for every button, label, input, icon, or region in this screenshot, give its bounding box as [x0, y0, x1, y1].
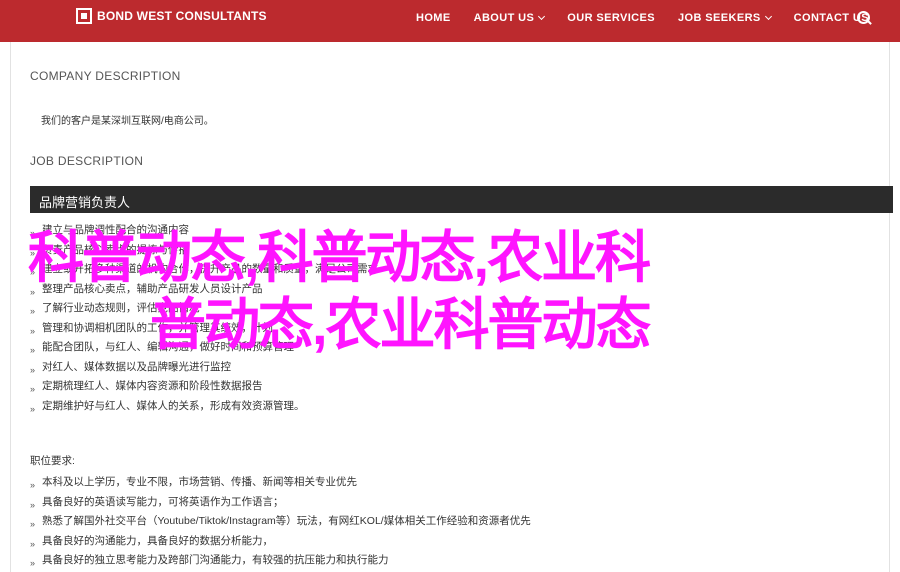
list-item: » 具备良好的独立思考能力及跨部门沟通能力，有较强的抗压能力和执行能力: [30, 553, 531, 572]
chevron-right-icon: »: [30, 519, 36, 529]
brand-name: BOND WEST CONSULTANTS: [97, 9, 267, 23]
list-item: » 了解行业动态规则，评估竞品情况: [30, 301, 378, 321]
nav-home[interactable]: HOME: [416, 12, 451, 24]
chevron-right-icon: »: [30, 538, 36, 549]
brand-logo[interactable]: BOND WEST CONSULTANTS: [76, 8, 267, 24]
chevron-right-icon: »: [30, 499, 36, 510]
chevron-right-icon: »: [30, 325, 36, 336]
chevron-right-icon: »: [30, 267, 36, 277]
chevron-right-icon: »: [30, 480, 36, 490]
chevron-right-icon: »: [30, 345, 36, 355]
nav-about-us[interactable]: ABOUT US: [474, 12, 546, 24]
list-item: » 对红人、媒体数据以及品牌曝光进行监控: [30, 360, 378, 380]
list-item: » 定期梳理红人、媒体内容资源和阶段性数据报告: [30, 379, 378, 399]
chevron-right-icon: »: [30, 286, 36, 297]
chevron-right-icon: »: [30, 384, 36, 394]
job-description-heading: JOB DESCRIPTION: [30, 154, 144, 168]
list-item: » 建立或开拓多种渠道的机构合作，提升产品的数量和质量，满足公司需求: [30, 262, 378, 282]
requirements-label: 职位要求:: [30, 455, 75, 467]
nav-our-services[interactable]: OUR SERVICES: [567, 12, 655, 24]
list-item: » 具备良好的英语读写能力，可将英语作为工作语言；: [30, 495, 531, 515]
chevron-down-icon: [764, 12, 772, 21]
chevron-right-icon: »: [30, 247, 36, 258]
duties-list: » 建立与品牌调性配合的沟通内容 » 负责产品核心卖点的提炼与传播 » 建立或开拓多种…: [30, 223, 378, 418]
job-title-bar: 品牌营销负责人: [30, 186, 893, 213]
main-nav: HOME ABOUT US OUR SERVICES JOB SEEKERS C…: [416, 0, 892, 36]
job-title: 品牌营销负责人: [39, 195, 131, 210]
top-navbar: BOND WEST CONSULTANTS HOME ABOUT US OUR …: [0, 0, 900, 42]
list-item: » 本科及以上学历，专业不限，市场营销、传播、新闻等相关专业优先: [30, 475, 531, 495]
chevron-down-icon: [538, 12, 546, 21]
company-description-heading: COMPANY DESCRIPTION: [30, 69, 181, 83]
chevron-right-icon: »: [30, 364, 36, 375]
search-icon[interactable]: [856, 10, 872, 26]
list-item: » 建立与品牌调性配合的沟通内容: [30, 223, 378, 243]
requirements-list: » 本科及以上学历，专业不限，市场营销、传播、新闻等相关专业优先 » 具备良好的英语…: [30, 475, 531, 572]
list-item: » 管理和协调相机团队的工作，并管理其绩效，计划: [30, 321, 378, 341]
list-item: » 能配合团队，与红人、编辑沟通，做好时间和预算管理: [30, 340, 378, 360]
list-item: » 熟悉了解国外社交平台（Youtube/Tiktok/Instagram等）玩法…: [30, 514, 531, 534]
chevron-right-icon: »: [30, 306, 36, 316]
company-description-text: 我们的客户是某深圳互联网/电商公司。: [41, 116, 214, 127]
chevron-right-icon: »: [30, 558, 36, 568]
list-item: » 整理产品核心卖点，辅助产品研发人员设计产品: [30, 282, 378, 302]
job-posting-content: COMPANY DESCRIPTION 我们的客户是某深圳互联网/电商公司。 J…: [10, 42, 893, 572]
chevron-right-icon: »: [30, 403, 36, 414]
list-item: » 具备良好的沟通能力，具备良好的数据分析能力，: [30, 534, 531, 554]
nav-job-seekers[interactable]: JOB SEEKERS: [678, 12, 772, 24]
logo-mark-icon: [76, 8, 92, 24]
chevron-right-icon: »: [30, 228, 36, 238]
list-item: » 负责产品核心卖点的提炼与传播: [30, 243, 378, 263]
list-item: » 定期维护好与红人、媒体人的关系，形成有效资源管理。: [30, 399, 378, 419]
